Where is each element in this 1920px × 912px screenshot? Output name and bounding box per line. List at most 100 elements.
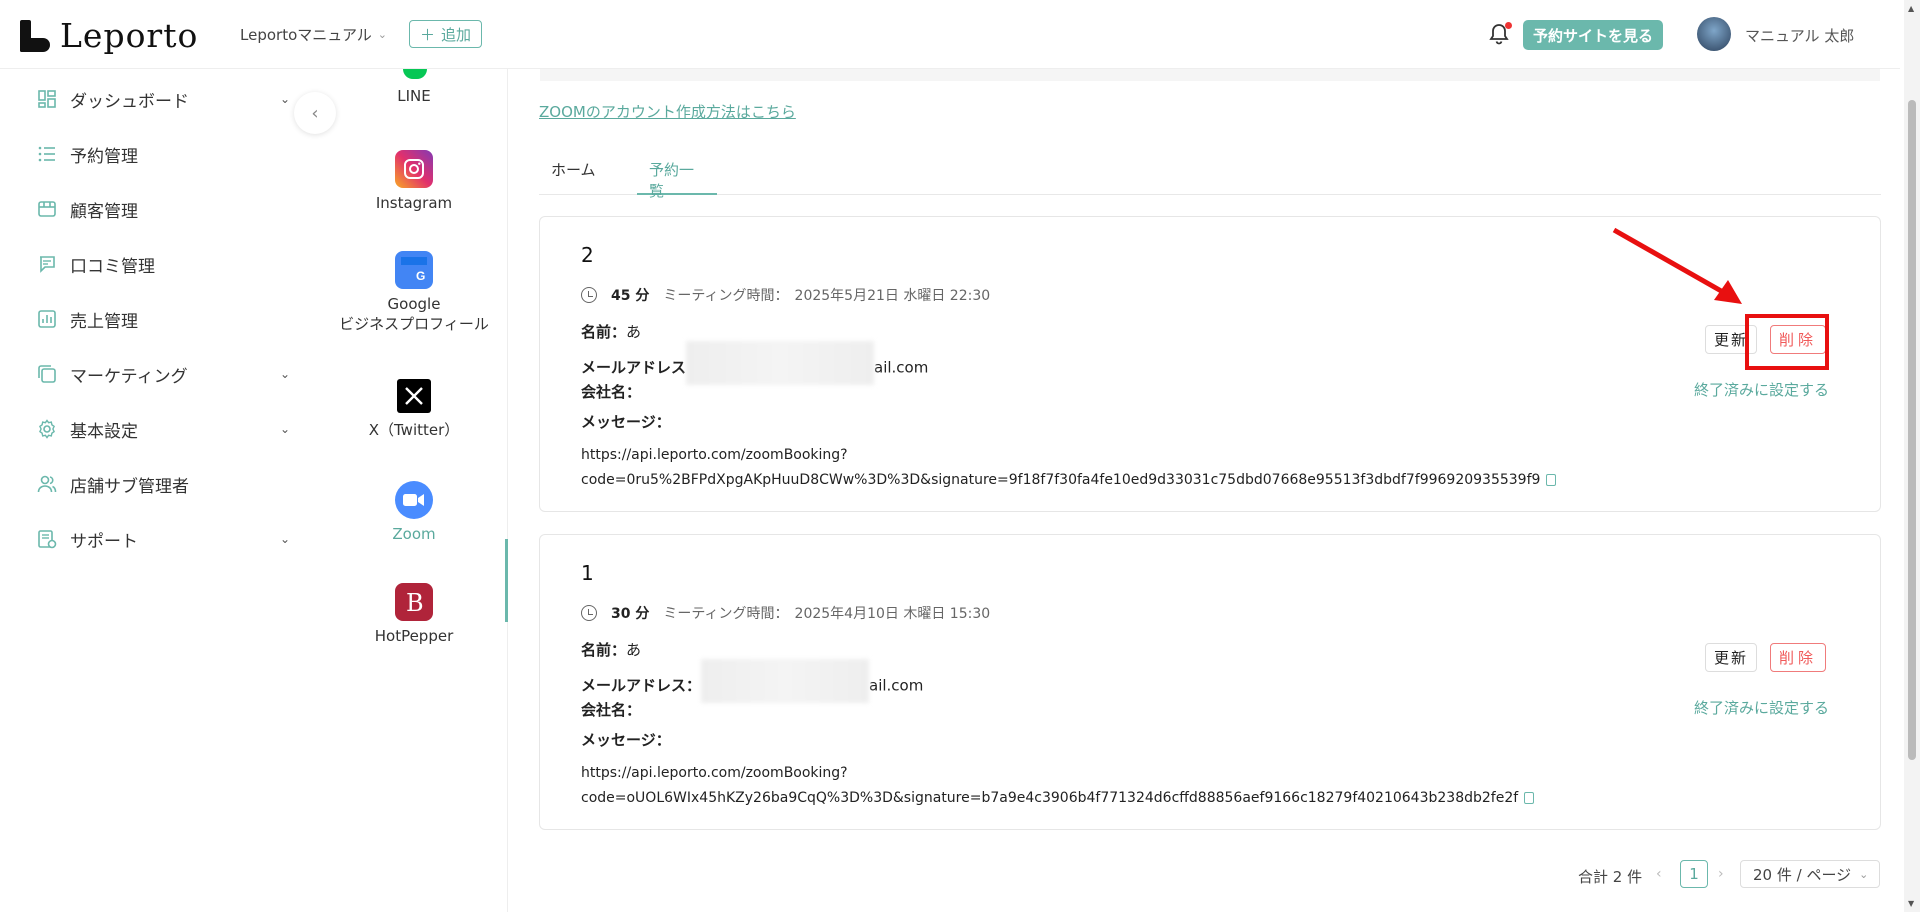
gear-icon (36, 418, 58, 440)
company-label: 会社名： (581, 383, 642, 401)
email-label: メールアドレス (581, 358, 687, 377)
integration-zoom[interactable]: Zoom (320, 481, 508, 543)
avatar[interactable] (1697, 17, 1731, 51)
dashboard-icon (36, 88, 58, 110)
add-button-label: 追加 (441, 25, 472, 44)
chart-icon (36, 308, 58, 330)
url-line-2: code=0ru5%2BFPdXpgAKpHuuD8CWw%3D%3D&sign… (581, 472, 1541, 488)
prev-page-icon[interactable]: ‹ (1656, 866, 1662, 882)
integration-label: Google (387, 295, 441, 313)
support-icon (36, 528, 58, 550)
per-page-select[interactable]: 20 件 / ページ ⌄ (1740, 860, 1880, 888)
logo-text: Leporto (60, 16, 199, 55)
email-suffix: ail.com (869, 676, 924, 695)
sidebar-item-dashboard[interactable]: ダッシュボード ⌄ (36, 84, 290, 114)
svg-text:G: G (416, 269, 425, 283)
sidebar-collapse-button[interactable]: ‹ (294, 92, 336, 134)
name-label: 名前： (581, 323, 627, 341)
integration-line[interactable]: LINE (320, 87, 508, 105)
booking-number: 2 (581, 243, 594, 267)
mark-done-link[interactable]: 終了済みに設定する (1694, 379, 1829, 400)
sidebar-item-support[interactable]: サポート ⌄ (36, 524, 290, 554)
integration-label: HotPepper (374, 627, 454, 645)
booking-url: https://api.leporto.com/zoomBooking? cod… (581, 761, 1535, 811)
view-booking-site-button[interactable]: 予約サイトを見る (1523, 20, 1664, 50)
plus-icon: ＋ (420, 25, 436, 44)
integration-instagram[interactable]: Instagram (320, 150, 508, 212)
chevron-down-icon: ⌄ (279, 367, 290, 381)
clock-icon (581, 287, 597, 303)
sidebar-item-customers[interactable]: 顧客管理 (36, 194, 290, 224)
mark-done-link[interactable]: 終了済みに設定する (1694, 697, 1829, 718)
booking-name: 名前：あ (581, 321, 641, 342)
sidebar-item-marketing[interactable]: マーケティング ⌄ (36, 359, 290, 389)
per-page-value: 20 件 / ページ (1753, 865, 1852, 884)
integration-list: LINE Instagram G Google ビジネスプロフィール X（Twi… (320, 59, 508, 912)
sidebar-item-label: ダッシュボード (70, 91, 189, 112)
name-value: あ (626, 323, 642, 341)
add-button[interactable]: ＋ 追加 (409, 20, 483, 48)
sidebar-item-label: マーケティング (70, 366, 188, 387)
pagination-total: 合計 2 件 (1578, 868, 1643, 886)
booking-message: メッセージ： (581, 411, 671, 432)
email-label: メールアドレス： (581, 676, 702, 695)
sidebar-item-settings[interactable]: 基本設定 ⌄ (36, 414, 290, 444)
email-suffix: ail.com (874, 358, 929, 377)
url-line-1: https://api.leporto.com/zoomBooking? (581, 765, 848, 781)
sidebar-item-label: 売上管理 (70, 311, 138, 332)
google-business-icon: G (395, 251, 433, 289)
tab-home[interactable]: ホーム (539, 155, 608, 195)
users-icon (36, 473, 58, 495)
copy-icon[interactable] (1524, 792, 1535, 804)
copy-icon[interactable] (1546, 474, 1557, 486)
redacted-email (686, 341, 875, 385)
logo-mark-icon (20, 19, 50, 52)
sidebar: ダッシュボード ⌄ 予約管理 顧客管理 口コミ管理 売上管理 マーケティング ⌄… (0, 69, 320, 912)
name-value: あ (626, 641, 642, 659)
next-page-icon[interactable]: › (1718, 866, 1724, 882)
meeting-time-label: ミーティング時間： (663, 288, 789, 304)
booking-company: 会社名： (581, 699, 641, 720)
chevron-down-icon: ⌄ (1859, 867, 1869, 881)
list-icon (36, 143, 58, 165)
store-select[interactable]: Leportoマニュアル ⌄ (240, 24, 387, 45)
sidebar-item-sub-admins[interactable]: 店舗サブ管理者 (36, 469, 290, 499)
company-label: 会社名： (581, 701, 642, 719)
tabs: ホーム 予約一覧 (539, 155, 1881, 200)
comment-icon (36, 253, 58, 275)
x-twitter-icon (397, 379, 431, 413)
booking-duration: 30 分 (611, 606, 650, 622)
user-name[interactable]: マニュアル 太郎 (1745, 25, 1854, 46)
message-label: メッセージ： (581, 413, 671, 431)
notification-bell-icon[interactable] (1488, 22, 1512, 46)
sidebar-item-label: サポート (70, 531, 138, 552)
page-number-button[interactable]: 1 (1680, 860, 1708, 888)
sidebar-item-sales[interactable]: 売上管理 (36, 304, 290, 334)
zoom-account-help-link[interactable]: ZOOMのアカウント作成方法はこちら (539, 101, 796, 122)
sidebar-item-label: 顧客管理 (70, 201, 138, 222)
booking-email: メールアドレス ail.com (581, 341, 929, 385)
integration-google[interactable]: G Google ビジネスプロフィール (320, 251, 508, 334)
top-panel (540, 69, 1880, 81)
svg-text:B: B (406, 589, 424, 615)
scroll-down-icon[interactable]: ▼ (1908, 899, 1914, 908)
booking-message: メッセージ： (581, 729, 671, 750)
update-button[interactable]: 更新 (1705, 643, 1758, 672)
delete-button[interactable]: 削除 (1770, 643, 1827, 672)
integration-label: Instagram (375, 194, 453, 212)
integration-label: Zoom (392, 525, 436, 543)
booking-url: https://api.leporto.com/zoomBooking? cod… (581, 443, 1557, 493)
scrollbar[interactable]: ▲ ▼ (1904, 0, 1920, 912)
sidebar-item-label: 予約管理 (70, 146, 138, 167)
integration-hotpepper[interactable]: B HotPepper (320, 583, 508, 645)
redacted-email (701, 659, 870, 703)
store-icon (36, 198, 58, 220)
tab-booking-list[interactable]: 予約一覧 (637, 155, 717, 200)
logo[interactable]: Leporto (20, 16, 198, 55)
sidebar-item-reservations[interactable]: 予約管理 (36, 139, 290, 169)
url-line-1: https://api.leporto.com/zoomBooking? (581, 447, 848, 463)
integration-x[interactable]: X（Twitter） (320, 379, 508, 440)
sidebar-item-reviews[interactable]: 口コミ管理 (36, 249, 290, 279)
scrollbar-thumb[interactable] (1908, 100, 1916, 760)
scroll-up-icon[interactable]: ▲ (1908, 4, 1914, 13)
